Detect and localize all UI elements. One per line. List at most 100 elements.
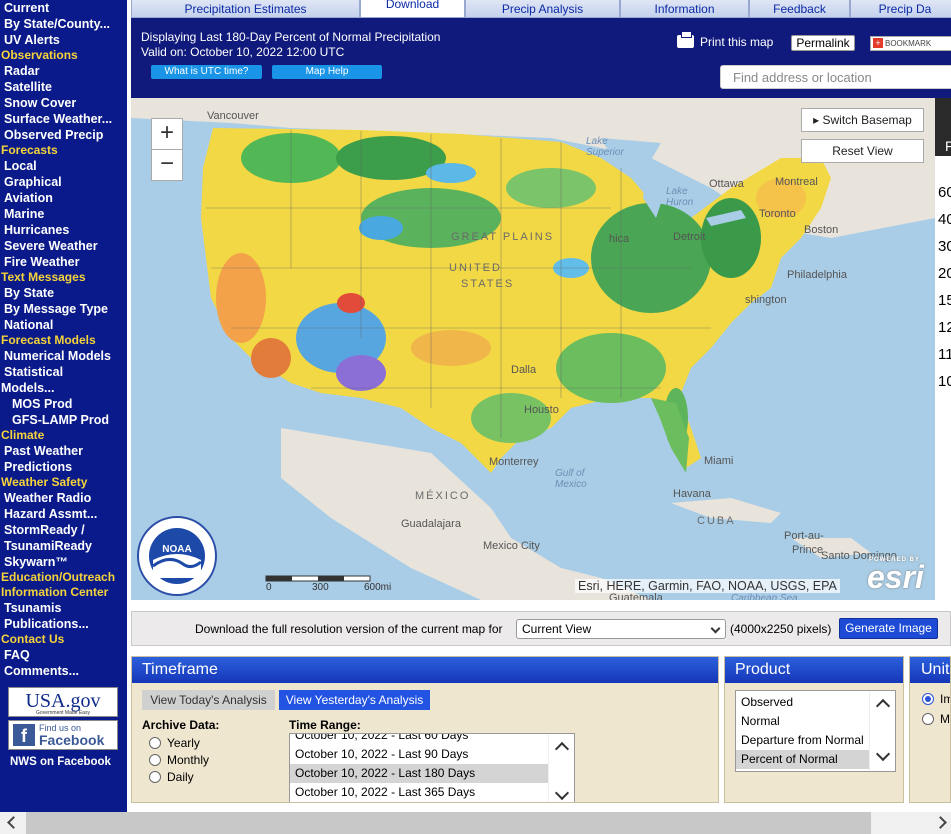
nav-item-skywarn[interactable]: Skywarn™ [0,554,127,570]
nav-item-statistical[interactable]: Statistical [0,364,127,380]
tab-precip-da[interactable]: Precip Da [850,0,951,18]
switch-basemap-button[interactable]: ▸ Switch Basemap [801,108,924,132]
location-search-input[interactable] [720,65,951,89]
scroll-left-icon[interactable] [7,816,20,829]
nav-item-by-state-county[interactable]: By State/County... [0,16,127,32]
time-range-scrollbar[interactable] [548,734,574,802]
time-range-option[interactable]: October 10, 2022 - Month to Date [290,802,574,803]
nav-item-hazard-assmt[interactable]: Hazard Assmt... [0,506,127,522]
nav-item-hurricanes[interactable]: Hurricanes [0,222,127,238]
units-option-label: Imperial [940,692,950,706]
nav-item-aviation[interactable]: Aviation [0,190,127,206]
view-today-button[interactable]: View Today's Analysis [142,690,275,710]
noaa-logo[interactable]: NOAA [137,516,217,596]
scrollbar-thumb[interactable] [26,812,871,834]
nav-section-information-center[interactable]: Information Center [0,585,127,600]
nav-item-snow-cover[interactable]: Snow Cover [0,95,127,111]
nav-item-national[interactable]: National [0,317,127,333]
nav-item-graphical[interactable]: Graphical [0,174,127,190]
nav-section-forecast-models[interactable]: Forecast Models [0,333,127,348]
nav-section-education-outreach[interactable]: Education/Outreach [0,570,127,585]
nav-item-predictions[interactable]: Predictions [0,459,127,475]
radio-circle-icon[interactable] [922,713,934,725]
tab-precip-analysis[interactable]: Precip Analysis [465,0,620,18]
scroll-up-icon[interactable] [554,741,570,757]
nav-item-satellite[interactable]: Satellite [0,79,127,95]
archive-option-monthly[interactable]: Monthly [149,752,209,768]
zoom-out-button[interactable]: − [151,149,183,181]
tab-information[interactable]: Information [620,0,749,18]
generate-image-button[interactable]: Generate Image [839,618,938,639]
nav-section-weather-safety[interactable]: Weather Safety [0,475,127,490]
units-option-imperial[interactable]: Imperial [922,691,950,707]
time-range-listbox[interactable]: October 10, 2022 - Last 60 Days October 1… [289,733,575,803]
nav-item-publications[interactable]: Publications... [0,616,127,632]
view-select[interactable]: Current View [516,619,726,639]
scroll-down-icon[interactable] [554,785,570,801]
tab-download[interactable]: Download [360,0,465,18]
nav-section-forecasts[interactable]: Forecasts [0,143,127,158]
nav-item-gfs-lamp-prod[interactable]: GFS-LAMP Prod [0,412,127,428]
time-range-option[interactable]: October 10, 2022 - Last 60 Days [290,734,574,745]
nav-item-tsunamis[interactable]: Tsunamis [0,600,127,616]
scroll-down-icon[interactable] [875,746,891,762]
nav-item-mos-prod[interactable]: MOS Prod [0,396,127,412]
tab-precipitation-estimates[interactable]: Precipitation Estimates [131,0,360,18]
scroll-right-icon[interactable] [934,816,947,829]
tab-feedback[interactable]: Feedback [749,0,850,18]
nav-item-tsunamiready[interactable]: TsunamiReady [0,538,127,554]
time-range-option[interactable]: October 10, 2022 - Last 180 Days [290,764,574,783]
permalink-button[interactable]: Permalink [791,35,855,51]
nav-item-observed-precip[interactable]: Observed Precip [0,127,127,143]
nav-item-past-weather[interactable]: Past Weather [0,443,127,459]
nav-item-models[interactable]: Models... [0,380,127,396]
nav-item-comments[interactable]: Comments... [0,663,127,679]
archive-option-daily[interactable]: Daily [149,769,194,785]
utc-time-button[interactable]: What is UTC time? [151,65,262,79]
usa-gov-logo[interactable]: USA.gov Government Made Easy [8,687,118,717]
scroll-up-icon[interactable] [875,698,891,714]
reset-view-button[interactable]: Reset View [801,139,924,163]
radio-circle-icon[interactable] [922,693,934,705]
radio-circle-icon[interactable] [149,737,161,749]
nav-item-weather-radio[interactable]: Weather Radio [0,490,127,506]
precip-map[interactable]: + − ▸ Switch Basemap Reset View Vancouve… [131,98,935,600]
nav-item-by-message-type[interactable]: By Message Type [0,301,127,317]
zoom-in-button[interactable]: + [151,118,183,150]
nav-badges: USA.gov Government Made Easy f Find us o… [0,687,127,770]
map-help-button[interactable]: Map Help [272,65,382,79]
nav-item-stormready[interactable]: StormReady / [0,522,127,538]
units-option-metric[interactable]: Metric [922,711,950,727]
nav-item-uv-alerts[interactable]: UV Alerts [0,32,127,48]
nav-section-observations[interactable]: Observations [0,48,127,63]
facebook-text: Find us on Facebook [39,723,104,747]
nav-item-radar[interactable]: Radar [0,63,127,79]
product-scrollbar[interactable] [869,691,895,771]
esri-logo[interactable]: POWERED BY esri [867,557,924,596]
nav-item-numerical-models[interactable]: Numerical Models [0,348,127,364]
esri-word: esri [867,559,924,595]
nav-item-severe-weather[interactable]: Severe Weather [0,238,127,254]
product-listbox[interactable]: Observed Normal Departure from Normal Perce… [735,690,896,772]
nav-item-local[interactable]: Local [0,158,127,174]
nav-item-surface-weather[interactable]: Surface Weather... [0,111,127,127]
facebook-badge[interactable]: f Find us on Facebook [8,720,118,750]
nav-item-current[interactable]: Current [0,0,127,16]
time-range-option[interactable]: October 10, 2022 - Last 365 Days [290,783,574,802]
nav-section-climate[interactable]: Climate [0,428,127,443]
archive-option-yearly[interactable]: Yearly [149,735,200,751]
nav-item-marine[interactable]: Marine [0,206,127,222]
nav-section-contact-us[interactable]: Contact Us [0,632,127,647]
horizontal-scrollbar[interactable] [0,812,951,834]
nav-section-text-messages[interactable]: Text Messages [0,270,127,285]
nws-facebook-link[interactable]: NWS on Facebook [8,754,127,770]
nav-item-faq[interactable]: FAQ [0,647,127,663]
radio-circle-icon[interactable] [149,754,161,766]
nav-item-by-state[interactable]: By State [0,285,127,301]
time-range-option[interactable]: October 10, 2022 - Last 90 Days [290,745,574,764]
print-map-link[interactable]: Print this map [677,31,773,49]
bookmark-button[interactable]: BOOKMARK [870,36,951,51]
view-yesterday-button[interactable]: View Yesterday's Analysis [279,690,430,710]
radio-circle-icon[interactable] [149,771,161,783]
nav-item-fire-weather[interactable]: Fire Weather [0,254,127,270]
